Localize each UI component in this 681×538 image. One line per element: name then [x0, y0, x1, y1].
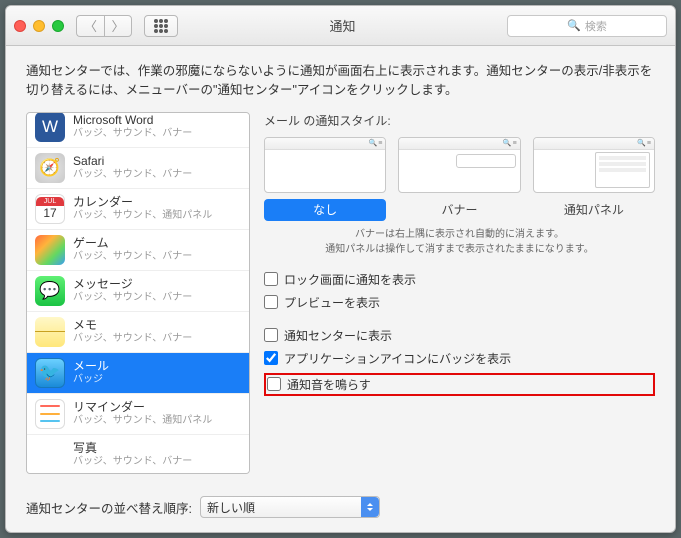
description-text: 通知センターでは、作業の邪魔にならないように通知が画面右上に表示されます。通知セ…	[6, 46, 675, 112]
reminders-icon	[35, 399, 65, 429]
app-row-mail[interactable]: 🐦 メールバッジ	[27, 353, 249, 394]
app-sub: バッジ、サウンド、バナー	[73, 128, 192, 140]
app-sub: バッジ、サウンド、バナー	[73, 333, 192, 345]
app-row-game[interactable]: ゲームバッジ、サウンド、バナー	[27, 230, 249, 271]
window-title: 通知	[186, 16, 499, 35]
chk-badge[interactable]: アプリケーションアイコンにバッジを表示	[264, 350, 655, 367]
style-hint: バナーは右上隅に表示され自動的に消えます。通知パネルは操作して消すまで表示された…	[264, 227, 655, 257]
traffic-lights	[14, 20, 64, 32]
footer: 通知センターの並べ替え順序: 新しい順	[6, 486, 675, 532]
chk-sound[interactable]: 通知音を鳴らす	[267, 376, 371, 393]
highlight-box: 通知音を鳴らす	[264, 373, 655, 396]
preview-banner: 🔍≡	[398, 137, 520, 193]
search-field[interactable]: 🔍 検索	[507, 15, 667, 37]
style-banner[interactable]: 🔍≡ バナー	[398, 137, 520, 221]
notes-icon	[35, 317, 65, 347]
app-row-safari[interactable]: 🧭 Safariバッジ、サウンド、バナー	[27, 148, 249, 189]
app-sub: バッジ、サウンド、バナー	[73, 456, 192, 468]
app-row-msg[interactable]: 💬 メッセージバッジ、サウンド、バナー	[27, 271, 249, 312]
titlebar: 〈 〉 通知 🔍 検索	[6, 6, 675, 46]
app-name: メッセージ	[73, 277, 192, 291]
chk-lock-screen[interactable]: ロック画面に通知を表示	[264, 271, 655, 288]
style-panel[interactable]: 🔍≡ 通知パネル	[533, 137, 655, 221]
chk-badge-box[interactable]	[264, 351, 278, 365]
search-placeholder: 検索	[585, 18, 607, 34]
sort-value: 新しい順	[207, 499, 255, 516]
app-name: メール	[73, 359, 109, 373]
app-name: ゲーム	[73, 236, 192, 250]
app-sub: バッジ、サウンド、通知パネル	[73, 415, 212, 427]
app-name: Microsoft Word	[73, 113, 192, 127]
style-chooser: 🔍≡ なし 🔍≡ バナー 🔍≡ 通知パネル	[264, 137, 655, 221]
zoom-button[interactable]	[52, 20, 64, 32]
app-row-word[interactable]: W Microsoft Wordバッジ、サウンド、バナー	[27, 112, 249, 148]
chk-preview[interactable]: プレビューを表示	[264, 294, 655, 311]
nav-buttons: 〈 〉	[76, 15, 132, 37]
app-name: Safari	[73, 154, 192, 168]
grid-icon	[154, 19, 168, 33]
style-panel-label: 通知パネル	[533, 199, 655, 221]
minimize-button[interactable]	[33, 20, 45, 32]
app-list[interactable]: WMicrosoft Wordバッジ、サウンド、バナー🧭Safariバッジ、サウ…	[26, 112, 250, 475]
chk-center-box[interactable]	[264, 328, 278, 342]
game-icon	[35, 235, 65, 265]
style-title: メール の通知スタイル:	[264, 112, 655, 129]
app-name: 写真	[73, 441, 192, 455]
chk-lock-screen-box[interactable]	[264, 272, 278, 286]
app-sub: バッジ	[73, 374, 109, 386]
photo-icon: ✳︎	[35, 440, 65, 470]
preview-none: 🔍≡	[264, 137, 386, 193]
app-row-cal[interactable]: JUL17 カレンダーバッジ、サウンド、通知パネル	[27, 189, 249, 230]
app-name: リマインダー	[73, 400, 212, 414]
sort-select[interactable]: 新しい順	[200, 496, 380, 518]
detail-pane: メール の通知スタイル: 🔍≡ なし 🔍≡ バナー 🔍≡ 通知パネル バナーは右…	[264, 112, 655, 475]
preview-panel: 🔍≡	[533, 137, 655, 193]
msg-icon: 💬	[35, 276, 65, 306]
mail-icon: 🐦	[35, 358, 65, 388]
close-button[interactable]	[14, 20, 26, 32]
show-all-button[interactable]	[144, 15, 178, 37]
search-icon: 🔍	[567, 19, 581, 32]
calendar-icon: JUL17	[35, 194, 65, 224]
app-name: カレンダー	[73, 195, 212, 209]
notifications-prefpane: 〈 〉 通知 🔍 検索 通知センターでは、作業の邪魔にならないように通知が画面右…	[5, 5, 676, 533]
app-row-memo[interactable]: メモバッジ、サウンド、バナー	[27, 312, 249, 353]
style-none-label: なし	[264, 199, 386, 221]
word-icon: W	[35, 112, 65, 142]
style-none[interactable]: 🔍≡ なし	[264, 137, 386, 221]
app-row-rem[interactable]: リマインダーバッジ、サウンド、通知パネル	[27, 394, 249, 435]
app-name: メモ	[73, 318, 192, 332]
back-button[interactable]: 〈	[76, 15, 104, 37]
chk-sound-box[interactable]	[267, 377, 281, 391]
app-sub: バッジ、サウンド、通知パネル	[73, 210, 212, 222]
app-sub: バッジ、サウンド、バナー	[73, 292, 192, 304]
chk-notification-center[interactable]: 通知センターに表示	[264, 327, 655, 344]
style-banner-label: バナー	[398, 199, 520, 221]
safari-icon: 🧭	[35, 153, 65, 183]
app-sub: バッジ、サウンド、バナー	[73, 251, 192, 263]
sort-label: 通知センターの並べ替え順序:	[26, 498, 192, 517]
content-area: WMicrosoft Wordバッジ、サウンド、バナー🧭Safariバッジ、サウ…	[6, 112, 675, 487]
forward-button[interactable]: 〉	[104, 15, 132, 37]
app-sub: バッジ、サウンド、バナー	[73, 169, 192, 181]
app-row-photo[interactable]: ✳︎ 写真バッジ、サウンド、バナー	[27, 435, 249, 475]
chk-preview-box[interactable]	[264, 295, 278, 309]
chevron-updown-icon	[361, 497, 379, 517]
